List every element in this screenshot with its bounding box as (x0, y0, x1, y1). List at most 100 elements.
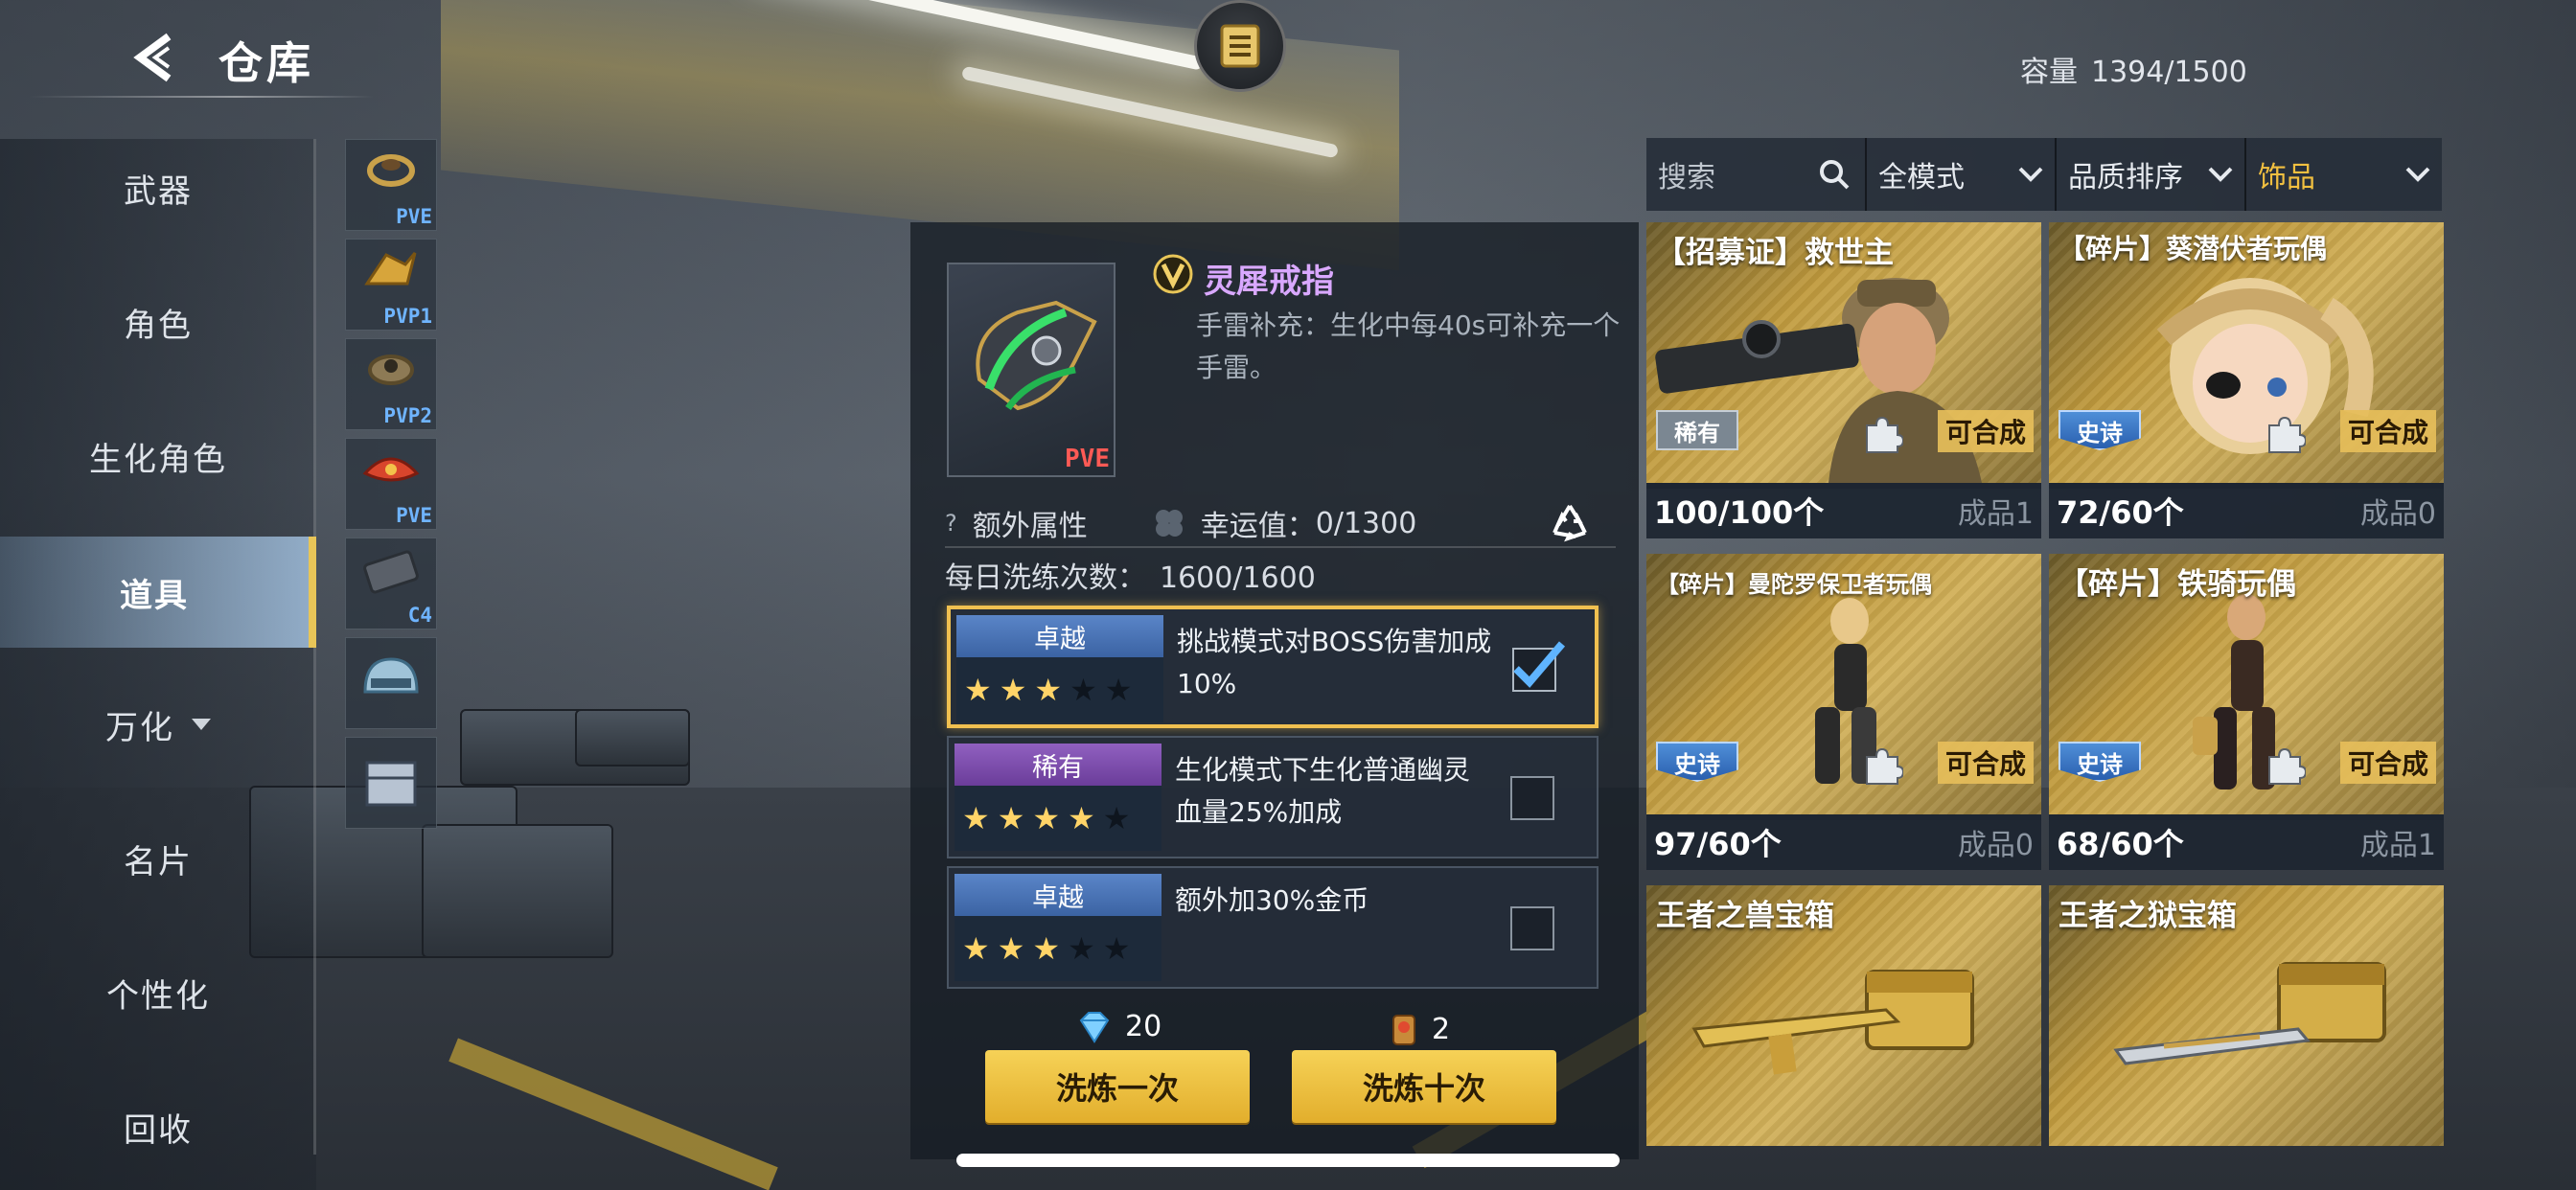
attribute-lock-checkbox[interactable] (1512, 641, 1566, 692)
search-placeholder: 搜索 (1658, 161, 1715, 195)
inventory-card[interactable]: 王者之狱宝箱 (2049, 885, 2444, 1146)
finished-count: 成品0 (1957, 829, 2034, 862)
mode-dropdown[interactable]: 全模式 (1867, 138, 2057, 211)
inventory-card[interactable]: 王者之兽宝箱 (1646, 885, 2041, 1146)
combinable-label: 可合成 (1937, 742, 2034, 784)
attribute-card[interactable]: 卓越 ★ ★ ★ ★ ★ 挑战模式对BOSS伤害加成10% (947, 606, 1598, 728)
finished-count: 成品0 (2359, 497, 2436, 531)
attribute-lock-checkbox[interactable] (1510, 906, 1554, 950)
inventory-filter-bar: 搜索 全模式 品质排序 饰品 (1646, 138, 2442, 211)
sidebar-item-label: 生化角色 (89, 440, 227, 479)
sub-slot-ring-pvp1[interactable]: PVP1 (345, 239, 437, 331)
v-rank-badge-icon (1153, 254, 1193, 294)
star-rating: ★ ★ ★ ★ ★ (954, 786, 1162, 851)
crate (422, 824, 613, 958)
star-empty-icon: ★ (1070, 672, 1097, 708)
chevron-down-icon (2208, 167, 2233, 182)
sub-slot-ring-pve[interactable]: PVE (345, 139, 437, 231)
sidebar-item-label: 名片 (124, 842, 193, 881)
item-detail-panel: PVE 灵犀戒指 手雷补充：生化中每40s可补充一个手雷。 ? 额外属性 幸运值… (910, 222, 1639, 1159)
refine-ten-cost: 2 (1388, 1010, 1450, 1048)
help-icon[interactable]: ? (945, 510, 957, 537)
sidebar-item-characters[interactable]: 角色 (0, 266, 316, 378)
c4-icon (363, 550, 419, 594)
card-name: 王者之兽宝箱 (1656, 899, 1834, 933)
capacity-value: 1394/1500 (2091, 56, 2247, 89)
attribute-text: 额外加30%金币 (1175, 884, 1369, 916)
attribute-lock-checkbox[interactable] (1510, 776, 1554, 820)
star-rating: ★ ★ ★ ★ ★ (956, 657, 1163, 722)
card-name: 【碎片】铁骑玩偶 (2058, 567, 2296, 602)
attribute-card[interactable]: 卓越 ★ ★ ★ ★ ★ 额外加30%金币 (947, 866, 1598, 989)
daily-refine-value: 1600/1600 (1160, 561, 1316, 595)
capacity-label: 容量 (2020, 56, 2078, 89)
title-divider (29, 96, 374, 98)
card-name: 【招募证】救世主 (1656, 236, 1894, 270)
checkmark-icon (1513, 641, 1566, 688)
star-filled-icon: ★ (1032, 930, 1061, 967)
attribute-card[interactable]: 稀有 ★ ★ ★ ★ ★ 生化模式下生化普通幽灵血量25%加成 (947, 736, 1598, 858)
puzzle-piece-icon (1866, 416, 1903, 453)
refine-token-icon (1392, 1015, 1415, 1045)
star-filled-icon: ★ (1068, 800, 1095, 836)
inventory-card[interactable]: 【碎片】铁骑玩偶 史诗 可合成 68/60个 成品1 (2049, 554, 2444, 870)
attribute-text: 挑战模式对BOSS伤害加成10% (1177, 626, 1492, 699)
sidebar-item-wanhua[interactable]: 万化 (0, 669, 316, 780)
category-value: 饰品 (2258, 161, 2315, 195)
item-mode-tag: PVE (1065, 445, 1110, 473)
puzzle-piece-icon (1866, 747, 1903, 785)
sort-dropdown[interactable]: 品质排序 (2057, 138, 2246, 211)
helmet-icon (363, 657, 419, 694)
sub-slot-box[interactable] (345, 737, 437, 829)
quality-label: 稀有 (954, 744, 1162, 786)
mode-value: 全模式 (1878, 161, 1965, 195)
inventory-card[interactable]: 【碎片】曼陀罗保卫者玩偶 史诗 可合成 97/60个 成品0 (1646, 554, 2041, 870)
card-name: 王者之狱宝箱 (2058, 899, 2237, 933)
category-dropdown[interactable]: 饰品 (2246, 138, 2442, 211)
sub-slot-ring-pvp2[interactable]: PVP2 (345, 338, 437, 430)
item-count: 68/60个 (2057, 826, 2184, 862)
attribute-text: 生化模式下生化普通幽灵血量25%加成 (1175, 754, 1471, 828)
card-footer: 68/60个 成品1 (2049, 814, 2444, 870)
inventory-card[interactable]: 【招募证】救世主 稀有 可合成 100/100个 成品1 (1646, 222, 2041, 538)
document-icon (1220, 24, 1260, 68)
puzzle-piece-icon (2268, 747, 2306, 785)
sidebar-item-label: 角色 (124, 306, 193, 345)
refine-once-button[interactable]: 洗炼一次 (985, 1050, 1250, 1123)
handbook-button[interactable] (1194, 0, 1286, 92)
combinable-label: 可合成 (1937, 410, 2034, 452)
sidebar-item-weapons[interactable]: 武器 (0, 132, 316, 243)
cost-value: 20 (1125, 1010, 1162, 1043)
sub-slot-c4[interactable]: C4 (345, 538, 437, 629)
page-title: 仓库 (218, 37, 314, 89)
star-filled-icon: ★ (964, 672, 992, 708)
sidebar-item-zombie-characters[interactable]: 生化角色 (0, 400, 316, 512)
inventory-card[interactable]: 【碎片】葵潜伏者玩偶 史诗 可合成 72/60个 成品0 (2049, 222, 2444, 538)
chevron-down-icon (2018, 167, 2043, 182)
ring-icon (976, 300, 1097, 411)
sidebar-item-recycle[interactable]: 回收 (0, 1071, 316, 1182)
quality-block: 卓越 ★ ★ ★ ★ ★ (954, 874, 1162, 981)
home-indicator[interactable] (956, 1154, 1620, 1167)
quality-label: 卓越 (954, 874, 1162, 916)
star-empty-icon: ★ (1102, 930, 1131, 967)
ring-icon (364, 252, 417, 286)
refine-ten-button[interactable]: 洗炼十次 (1292, 1050, 1556, 1123)
star-rating: ★ ★ ★ ★ ★ (954, 916, 1162, 981)
card-footer: 72/60个 成品0 (2049, 483, 2444, 538)
star-empty-icon: ★ (1104, 672, 1133, 708)
star-filled-icon: ★ (997, 800, 1025, 836)
sidebar-item-cards[interactable]: 名片 (0, 803, 316, 914)
back-button[interactable] (126, 29, 184, 86)
sub-slot-ring-pve-2[interactable]: PVE (345, 438, 437, 530)
ring-icon (367, 154, 415, 187)
sidebar-item-personalize[interactable]: 个性化 (0, 937, 316, 1048)
card-footer: 100/100个 成品1 (1646, 483, 2041, 538)
search-input[interactable]: 搜索 (1646, 138, 1867, 211)
sub-slot-helmet[interactable] (345, 637, 437, 729)
card-footer: 97/60个 成品0 (1646, 814, 2041, 870)
recycle-button[interactable] (1543, 496, 1597, 550)
sidebar-item-props[interactable]: 道具 (0, 537, 316, 648)
star-filled-icon: ★ (1032, 800, 1061, 836)
slot-tag: PVP2 (383, 404, 432, 427)
